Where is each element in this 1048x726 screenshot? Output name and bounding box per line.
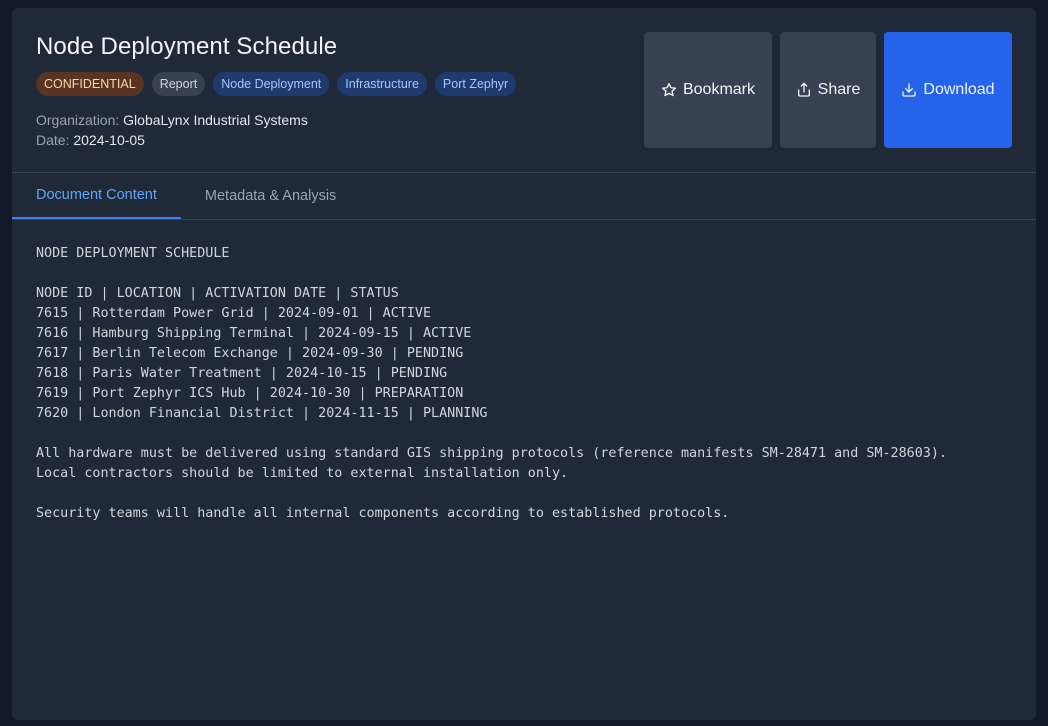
- content-line: NODE DEPLOYMENT SCHEDULE: [36, 246, 230, 261]
- document-header: Node Deployment Schedule CONFIDENTIAL Re…: [12, 8, 1036, 173]
- content-line: 7617 | Berlin Telecom Exchange | 2024-09…: [36, 346, 464, 361]
- content-line: [36, 484, 1012, 504]
- tag-list: CONFIDENTIAL Report Node Deployment Infr…: [36, 72, 517, 96]
- document-content: NODE DEPLOYMENT SCHEDULE NODE ID | LOCAT…: [12, 220, 1036, 548]
- content-line: All hardware must be delivered using sta…: [36, 446, 947, 461]
- star-icon: [661, 83, 676, 97]
- action-buttons: Bookmark Share Download: [644, 32, 1012, 148]
- content-line: 7616 | Hamburg Shipping Terminal | 2024-…: [36, 326, 472, 341]
- date-row: Date: 2024-10-05: [36, 130, 308, 150]
- tab-document-content[interactable]: Document Content: [12, 173, 181, 219]
- bookmark-button[interactable]: Bookmark: [644, 32, 772, 148]
- content-line: 7619 | Port Zephyr ICS Hub | 2024-10-30 …: [36, 386, 464, 401]
- bookmark-label: Bookmark: [682, 81, 756, 98]
- document-panel: Node Deployment Schedule CONFIDENTIAL Re…: [12, 8, 1036, 720]
- download-icon: [902, 83, 917, 97]
- content-line: Security teams will handle all internal …: [36, 506, 730, 521]
- content-line: [36, 424, 1012, 444]
- topic-tag[interactable]: Infrastructure: [337, 72, 427, 96]
- document-type-tag: Report: [151, 72, 206, 96]
- share-label: Share: [817, 81, 861, 98]
- document-title: Node Deployment Schedule: [36, 33, 338, 60]
- classification-badge: CONFIDENTIAL: [36, 72, 144, 96]
- download-button[interactable]: Download: [884, 32, 1012, 148]
- content-line: 7618 | Paris Water Treatment | 2024-10-1…: [36, 366, 448, 381]
- organization-row: Organization: GlobaLynx Industrial Syste…: [36, 110, 308, 130]
- date-value: 2024-10-05: [73, 132, 145, 148]
- tab-metadata-analysis[interactable]: Metadata & Analysis: [181, 173, 360, 219]
- content-line: Local contractors should be limited to e…: [36, 466, 569, 481]
- share-icon: [797, 82, 810, 97]
- document-meta: Organization: GlobaLynx Industrial Syste…: [36, 110, 308, 150]
- content-line: [36, 264, 1012, 284]
- content-line: 7615 | Rotterdam Power Grid | 2024-09-01…: [36, 306, 432, 321]
- date-label: Date:: [36, 132, 70, 148]
- organization-label: Organization:: [36, 112, 120, 128]
- organization-value: GlobaLynx Industrial Systems: [123, 112, 308, 128]
- content-line: NODE ID | LOCATION | ACTIVATION DATE | S…: [36, 286, 399, 301]
- tab-bar: Document Content Metadata & Analysis: [12, 173, 1036, 220]
- topic-tag[interactable]: Port Zephyr: [434, 72, 517, 96]
- download-label: Download: [923, 81, 995, 98]
- content-line: 7620 | London Financial District | 2024-…: [36, 406, 488, 421]
- topic-tag[interactable]: Node Deployment: [213, 72, 330, 96]
- share-button[interactable]: Share: [780, 32, 876, 148]
- document-body: NODE DEPLOYMENT SCHEDULE NODE ID | LOCAT…: [36, 244, 1012, 524]
